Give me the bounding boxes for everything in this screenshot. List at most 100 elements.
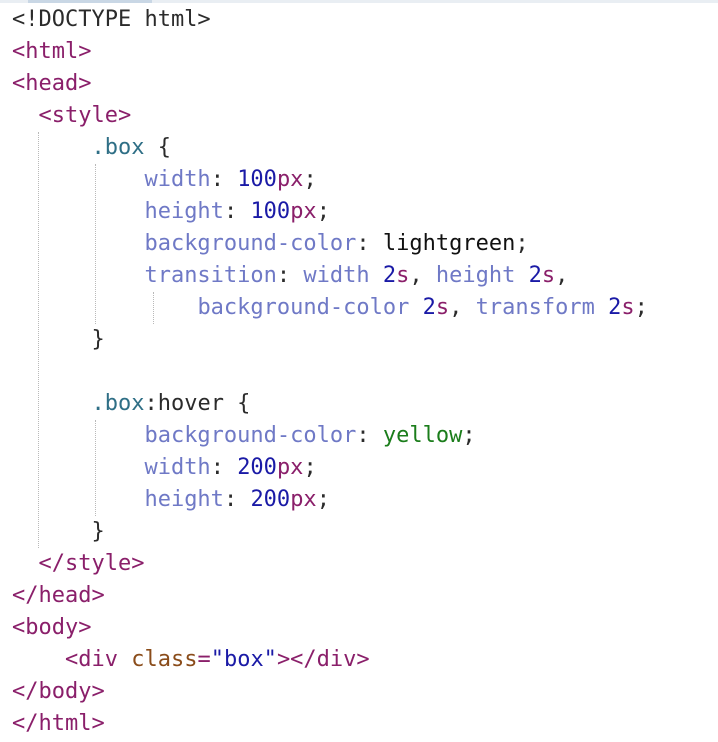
code-token: height <box>435 263 516 288</box>
code-token: </html> <box>12 711 105 736</box>
code-token: : <box>223 199 251 224</box>
code-line-23: </html> <box>12 708 105 740</box>
code-line-1: <!DOCTYPE html> <box>12 4 211 36</box>
code-token: </style> <box>38 551 145 576</box>
code-line-2: <html> <box>12 36 91 68</box>
code-token: 100 <box>237 167 277 192</box>
code-token: transform <box>475 295 595 320</box>
code-token: } <box>91 519 105 544</box>
code-token: : <box>210 167 238 192</box>
code-token: "box" <box>210 647 277 672</box>
code-token: 2 <box>528 263 542 288</box>
code-token: s <box>621 295 635 320</box>
code-line-15: width: 200px; <box>12 452 317 484</box>
code-line-10: background-color 2s, transform 2s; <box>12 292 648 324</box>
code-token: s <box>396 263 410 288</box>
code-line-9: transition: width 2s, height 2s, <box>12 260 568 292</box>
code-token: : <box>356 231 383 256</box>
code-token: ; <box>462 423 476 448</box>
code-token: ; <box>303 455 317 480</box>
code-line-18: </style> <box>12 548 145 580</box>
code-token: height <box>144 487 224 512</box>
code-token: 200 <box>250 487 291 512</box>
code-token: <style> <box>38 103 132 128</box>
code-token: , <box>409 263 436 288</box>
code-token: lightgreen <box>382 231 516 256</box>
code-token: 200 <box>237 455 277 480</box>
code-line-16: height: 200px; <box>12 484 330 516</box>
code-token: :hover { <box>144 391 251 416</box>
code-token: <body> <box>12 615 92 640</box>
code-token: : <box>276 263 304 288</box>
code-token: class <box>131 647 198 672</box>
code-token: <html> <box>12 39 92 64</box>
code-token: , <box>555 263 569 288</box>
code-token: ></div> <box>276 647 370 672</box>
code-token: <!DOCTYPE html> <box>12 7 211 32</box>
code-token: 2 <box>608 295 622 320</box>
code-token: <div <box>64 647 132 672</box>
code-token: 2 <box>422 295 436 320</box>
code-token: background-color <box>197 295 410 320</box>
code-line-19: </head> <box>12 580 105 612</box>
code-line-3: <head> <box>12 68 91 100</box>
code-token: , <box>449 295 476 320</box>
code-line-8: background-color: lightgreen; <box>12 228 528 260</box>
code-token: .box <box>91 135 145 160</box>
code-editor[interactable]: <!DOCTYPE html> <html> <head> <style> .box… <box>0 0 718 742</box>
code-line-21: <div class="box"></div> <box>12 644 370 676</box>
code-token: .box <box>91 391 145 416</box>
code-token: ; <box>634 295 648 320</box>
code-line-17: } <box>12 516 105 548</box>
code-line-22: </body> <box>12 676 105 708</box>
code-token: <head> <box>12 71 92 96</box>
code-line-4: <style> <box>12 100 132 132</box>
code-token: px <box>276 455 304 480</box>
code-token: } <box>91 327 105 352</box>
code-token: </head> <box>12 583 105 608</box>
code-line-5: .box { <box>12 132 171 164</box>
code-token: px <box>290 199 317 224</box>
code-token: : <box>356 423 383 448</box>
code-token: { <box>144 135 171 160</box>
code-token: : <box>223 487 251 512</box>
editor-tab-indicator <box>28 0 152 3</box>
code-token: height <box>144 199 224 224</box>
code-token: ; <box>316 487 330 512</box>
code-token: : <box>210 455 238 480</box>
code-token: ; <box>316 199 330 224</box>
code-token: width <box>303 263 370 288</box>
code-token: yellow <box>382 423 463 448</box>
code-token: 100 <box>250 199 291 224</box>
code-line-13: .box:hover { <box>12 388 250 420</box>
code-token: s <box>435 295 450 320</box>
code-token: transition <box>144 263 277 288</box>
code-token: px <box>290 487 317 512</box>
code-token: width <box>144 455 211 480</box>
code-line-14: background-color: yellow; <box>12 420 476 452</box>
code-token: s <box>541 263 556 288</box>
code-token: = <box>197 647 211 672</box>
code-token: 2 <box>382 263 397 288</box>
code-token: ; <box>303 167 317 192</box>
code-line-6: width: 100px; <box>12 164 317 196</box>
code-token: </body> <box>12 679 105 704</box>
